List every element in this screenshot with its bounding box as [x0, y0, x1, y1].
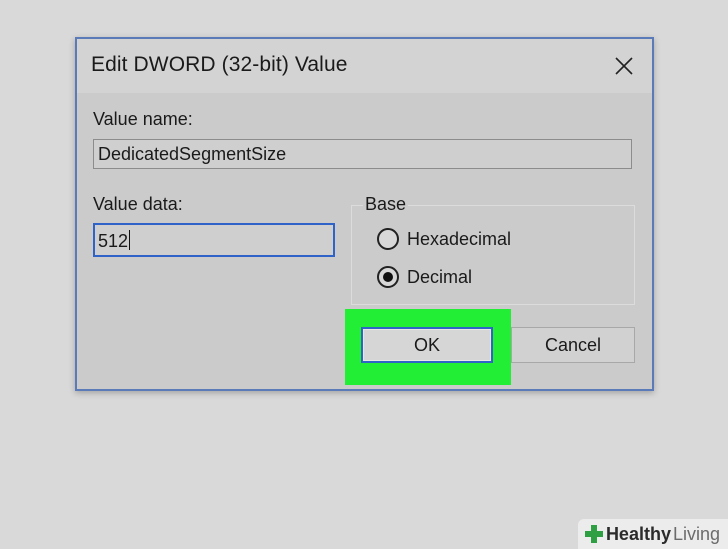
dialog-title: Edit DWORD (32-bit) Value [91, 53, 348, 76]
dialog-titlebar: Edit DWORD (32-bit) Value [77, 39, 652, 93]
radio-hexadecimal[interactable]: Hexadecimal [377, 228, 511, 250]
base-group-box [351, 205, 635, 305]
radio-decimal-label: Decimal [407, 266, 473, 287]
close-icon [615, 57, 633, 75]
close-button[interactable] [604, 49, 644, 83]
watermark-healthy-text: Healthy [605, 523, 671, 544]
watermark-living-text: Living [672, 523, 720, 544]
cancel-button[interactable]: Cancel [511, 327, 635, 363]
edit-dword-dialog: Edit DWORD (32-bit) Value Value name: De… [75, 37, 654, 391]
value-name-label: Value name: [93, 109, 193, 129]
plus-leaf-icon [584, 525, 603, 543]
value-name-field[interactable]: DedicatedSegmentSize [93, 139, 632, 169]
radio-decimal[interactable]: Decimal [377, 266, 472, 288]
healthy-living-watermark: Healthy Living [577, 519, 728, 549]
value-data-label: Value data: [93, 194, 183, 214]
base-legend: Base [363, 194, 409, 215]
text-cursor [129, 230, 131, 250]
value-data-input[interactable]: 512 [93, 223, 335, 257]
radio-decimal-circle[interactable] [377, 266, 399, 288]
radio-hexadecimal-circle[interactable] [377, 228, 399, 250]
value-data-text: 512 [98, 231, 129, 251]
ok-button[interactable]: OK [361, 327, 493, 363]
radio-hexadecimal-label: Hexadecimal [407, 228, 512, 249]
